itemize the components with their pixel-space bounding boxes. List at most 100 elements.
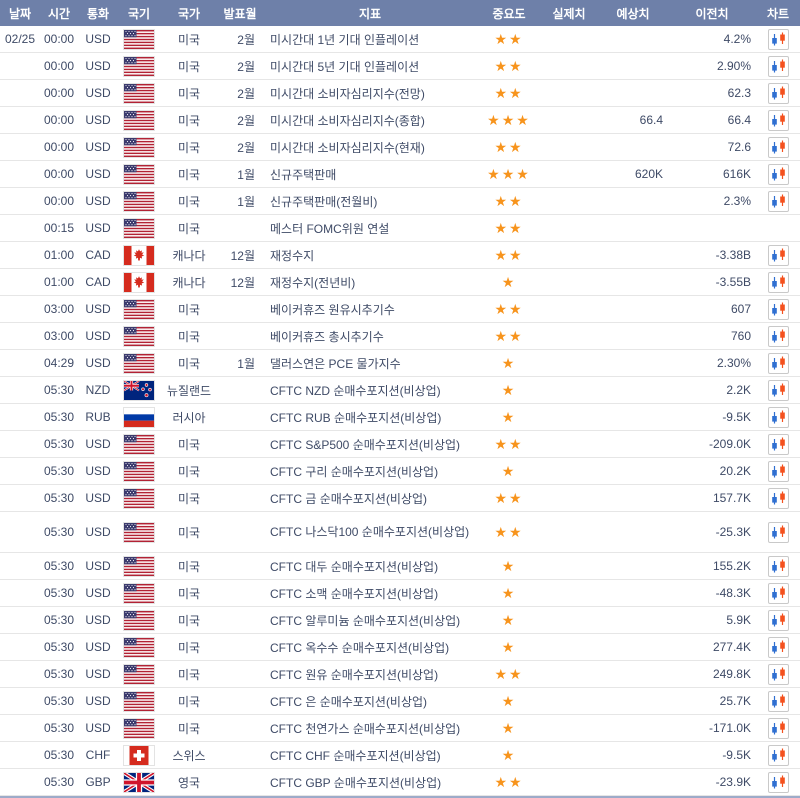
indicator-link[interactable]: 신규주택판매: [270, 168, 336, 182]
event-row: 00:00 USD 미국 2월 미시간대 소비자심리지수(전망) ★★ 62.3: [0, 80, 800, 107]
candlestick-chart-icon[interactable]: [768, 380, 789, 401]
previous-value-cell: 5.9K: [668, 613, 756, 627]
candlestick-chart-icon[interactable]: [768, 745, 789, 766]
importance-stars-icon: ★: [502, 382, 517, 398]
month-cell: 2월: [218, 112, 262, 129]
previous-value-cell: 72.6: [668, 140, 756, 154]
month-cell: 12월: [218, 274, 262, 291]
indicator-link[interactable]: 댈러스연은 PCE 물가지수: [270, 357, 401, 371]
indicator-link[interactable]: 재정수지: [270, 249, 314, 263]
indicator-link[interactable]: 미시간대 소비자심리지수(현재): [270, 141, 425, 155]
time-cell: 01:00: [40, 248, 78, 262]
importance-stars-icon: ★★: [494, 490, 523, 506]
indicator-link[interactable]: CFTC NZD 순매수포지션(비상업): [270, 384, 441, 398]
candlestick-chart-icon[interactable]: [768, 164, 789, 185]
country-cell: 러시아: [160, 409, 218, 426]
candlestick-chart-icon[interactable]: [768, 407, 789, 428]
indicator-link[interactable]: CFTC 은 순매수포지션(비상업): [270, 695, 427, 709]
importance-stars-icon: ★★: [494, 31, 523, 47]
importance-stars-icon: ★★★: [487, 112, 531, 128]
indicator-link[interactable]: 베이커휴즈 원유시추기수: [270, 303, 395, 317]
candlestick-chart-icon[interactable]: [768, 56, 789, 77]
importance-stars-icon: ★★: [494, 301, 523, 317]
previous-value-cell: 4.2%: [668, 32, 756, 46]
flag-us-icon: [123, 83, 155, 104]
currency-cell: CHF: [78, 748, 118, 762]
candlestick-chart-icon[interactable]: [768, 29, 789, 50]
indicator-link[interactable]: CFTC 금 순매수포지션(비상업): [270, 492, 427, 506]
indicator-link[interactable]: CFTC RUB 순매수포지션(비상업): [270, 411, 441, 425]
header-month: 발표월: [218, 5, 262, 22]
candlestick-chart-icon[interactable]: [768, 137, 789, 158]
indicator-link[interactable]: CFTC CHF 순매수포지션(비상업): [270, 749, 441, 763]
candlestick-chart-icon[interactable]: [768, 488, 789, 509]
indicator-link[interactable]: CFTC 원유 순매수포지션(비상업): [270, 668, 438, 682]
event-row: 05:30 RUB 러시아 CFTC RUB 순매수포지션(비상업) ★ -9.…: [0, 404, 800, 431]
event-row: 05:30 USD 미국 CFTC 은 순매수포지션(비상업) ★ 25.7K: [0, 688, 800, 715]
candlestick-chart-icon[interactable]: [768, 691, 789, 712]
candlestick-chart-icon[interactable]: [768, 522, 789, 543]
table-header-row: 날짜 시간 통화 국기 국가 발표월 지표 중요도 실제치 예상치 이전치 차트: [0, 0, 800, 26]
currency-cell: RUB: [78, 410, 118, 424]
header-currency: 통화: [78, 5, 118, 22]
candlestick-chart-icon[interactable]: [768, 110, 789, 131]
event-row: 05:30 USD 미국 CFTC 소맥 순매수포지션(비상업) ★ -48.3…: [0, 580, 800, 607]
indicator-link[interactable]: CFTC 옥수수 순매수포지션(비상업): [270, 641, 449, 655]
currency-cell: USD: [78, 721, 118, 735]
country-cell: 미국: [160, 220, 218, 237]
header-time: 시간: [40, 5, 78, 22]
indicator-link[interactable]: CFTC 천연가스 순매수포지션(비상업): [270, 722, 460, 736]
month-cell: 2월: [218, 85, 262, 102]
indicator-link[interactable]: CFTC 대두 순매수포지션(비상업): [270, 560, 438, 574]
candlestick-chart-icon[interactable]: [768, 556, 789, 577]
candlestick-chart-icon[interactable]: [768, 461, 789, 482]
importance-stars-icon: ★★: [494, 139, 523, 155]
indicator-link[interactable]: CFTC 나스닥100 순매수포지션(비상업): [270, 525, 469, 539]
indicator-link[interactable]: CFTC S&P500 순매수포지션(비상업): [270, 438, 460, 452]
indicator-link[interactable]: 재정수지(전년비): [270, 276, 355, 290]
candlestick-chart-icon[interactable]: [768, 245, 789, 266]
event-row: 00:00 USD 미국 1월 신규주택판매(전월비) ★★ 2.3%: [0, 188, 800, 215]
event-row: 03:00 USD 미국 베이커휴즈 총시추기수 ★★ 760: [0, 323, 800, 350]
indicator-link[interactable]: 미시간대 소비자심리지수(전망): [270, 87, 425, 101]
time-cell: 05:30: [40, 491, 78, 505]
candlestick-chart-icon[interactable]: [768, 299, 789, 320]
currency-cell: USD: [78, 525, 118, 539]
currency-cell: NZD: [78, 383, 118, 397]
candlestick-chart-icon[interactable]: [768, 434, 789, 455]
candlestick-chart-icon[interactable]: [768, 272, 789, 293]
importance-stars-icon: ★★: [494, 220, 523, 236]
currency-cell: USD: [78, 167, 118, 181]
indicator-link[interactable]: CFTC GBP 순매수포지션(비상업): [270, 776, 441, 790]
candlestick-chart-icon[interactable]: [768, 718, 789, 739]
indicator-link[interactable]: CFTC 소맥 순매수포지션(비상업): [270, 587, 438, 601]
event-row: 05:30 USD 미국 CFTC 옥수수 순매수포지션(비상업) ★ 277.…: [0, 634, 800, 661]
indicator-link[interactable]: 메스터 FOMC위원 연설: [270, 222, 389, 236]
currency-cell: USD: [78, 437, 118, 451]
indicator-link[interactable]: 미시간대 5년 기대 인플레이션: [270, 60, 419, 74]
flag-us-icon: [123, 110, 155, 131]
indicator-link[interactable]: 베이커휴즈 총시추기수: [270, 330, 384, 344]
indicator-link[interactable]: CFTC 구리 순매수포지션(비상업): [270, 465, 438, 479]
time-cell: 00:00: [40, 113, 78, 127]
indicator-link[interactable]: 미시간대 1년 기대 인플레이션: [270, 33, 419, 47]
indicator-link[interactable]: 미시간대 소비자심리지수(종합): [270, 114, 425, 128]
importance-stars-icon: ★★: [494, 524, 523, 540]
flag-ca-icon: [123, 245, 155, 266]
candlestick-chart-icon[interactable]: [768, 637, 789, 658]
candlestick-chart-icon[interactable]: [768, 664, 789, 685]
previous-value-cell: 66.4: [668, 113, 756, 127]
indicator-link[interactable]: 신규주택판매(전월비): [270, 195, 377, 209]
candlestick-chart-icon[interactable]: [768, 326, 789, 347]
candlestick-chart-icon[interactable]: [768, 772, 789, 793]
previous-value-cell: -3.38B: [668, 248, 756, 262]
candlestick-chart-icon[interactable]: [768, 610, 789, 631]
candlestick-chart-icon[interactable]: [768, 83, 789, 104]
event-row: 05:30 CHF 스위스 CFTC CHF 순매수포지션(비상업) ★ -9.…: [0, 742, 800, 769]
header-forecast: 예상치: [598, 5, 668, 22]
time-cell: 05:30: [40, 437, 78, 451]
candlestick-chart-icon[interactable]: [768, 191, 789, 212]
candlestick-chart-icon[interactable]: [768, 353, 789, 374]
candlestick-chart-icon[interactable]: [768, 583, 789, 604]
indicator-link[interactable]: CFTC 알루미늄 순매수포지션(비상업): [270, 614, 460, 628]
